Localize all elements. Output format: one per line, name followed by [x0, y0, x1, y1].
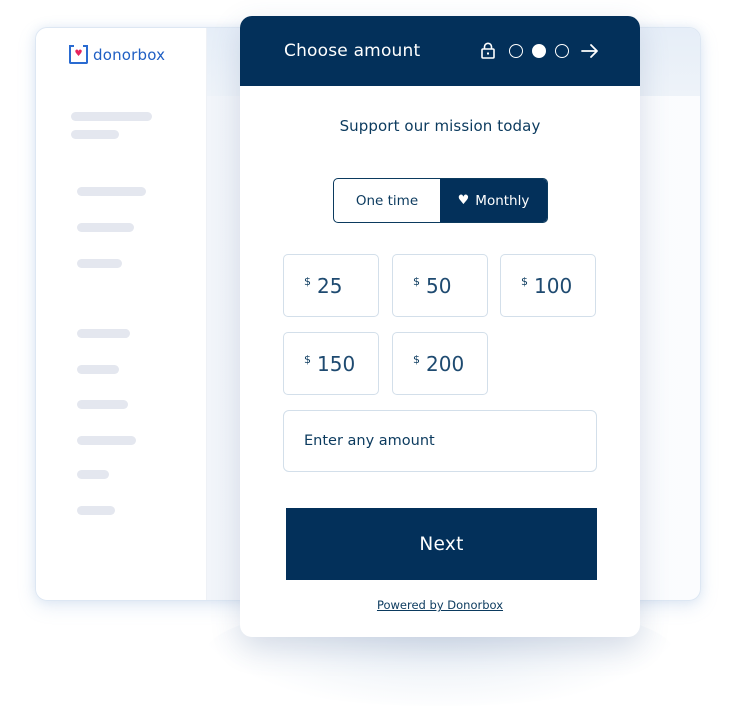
currency-symbol: $	[304, 353, 311, 366]
sidebar-placeholder-item[interactable]	[77, 223, 134, 232]
sidebar-placeholder-line	[71, 112, 152, 121]
amount-button-150[interactable]: $ 150	[283, 332, 379, 395]
amount-value: 25	[317, 274, 343, 298]
frequency-one-time[interactable]: One time	[334, 179, 440, 222]
sidebar-placeholder-item[interactable]	[77, 506, 115, 515]
donorbox-logo[interactable]: ♥ donorbox	[69, 45, 165, 64]
custom-amount-input[interactable]	[283, 410, 597, 472]
sidebar: ♥ donorbox	[36, 28, 207, 600]
step-dot-1	[509, 43, 523, 58]
sidebar-placeholder-item[interactable]	[77, 187, 146, 196]
sidebar-placeholder-item[interactable]	[77, 259, 122, 268]
amount-button-100[interactable]: $ 100	[500, 254, 596, 317]
step-indicator	[480, 42, 599, 59]
arrow-right-icon[interactable]	[581, 43, 599, 59]
sidebar-placeholder-item[interactable]	[77, 436, 136, 445]
currency-symbol: $	[521, 275, 528, 288]
sidebar-placeholder-line	[71, 130, 119, 139]
amount-button-25[interactable]: $ 25	[283, 254, 379, 317]
frequency-one-time-label: One time	[355, 192, 419, 209]
next-button[interactable]: Next	[286, 508, 597, 580]
frequency-monthly[interactable]: ♥ Monthly	[440, 179, 547, 222]
sidebar-placeholder-item[interactable]	[77, 470, 109, 479]
heart-icon: ♥	[457, 193, 470, 208]
amount-button-200[interactable]: $ 200	[392, 332, 488, 395]
currency-symbol: $	[413, 275, 420, 288]
amount-value: 50	[426, 274, 452, 298]
frequency-monthly-label: Monthly	[475, 192, 530, 209]
donation-form: Choose amount Support our mission today …	[240, 16, 640, 637]
form-subtitle: Support our mission today	[339, 117, 541, 135]
powered-by-link[interactable]: Powered by Donorbox	[240, 598, 640, 612]
form-title: Choose amount	[284, 41, 421, 61]
form-header: Choose amount	[240, 16, 640, 86]
currency-symbol: $	[413, 353, 420, 366]
sidebar-placeholder-item[interactable]	[77, 365, 119, 374]
sidebar-placeholder-item[interactable]	[77, 400, 128, 409]
amount-button-50[interactable]: $ 50	[392, 254, 488, 317]
amount-value: 100	[534, 274, 573, 298]
sidebar-placeholder-item[interactable]	[77, 329, 130, 338]
donorbox-logo-icon: ♥	[69, 45, 88, 64]
amount-value: 200	[426, 352, 465, 376]
brand-name: donorbox	[93, 45, 166, 64]
lock-icon	[481, 42, 495, 59]
heart-icon: ♥	[74, 49, 83, 59]
amount-value: 150	[317, 352, 356, 376]
step-dot-3	[555, 43, 569, 58]
step-dot-2-active	[532, 43, 546, 58]
currency-symbol: $	[304, 275, 311, 288]
frequency-toggle: One time ♥ Monthly	[333, 178, 548, 223]
